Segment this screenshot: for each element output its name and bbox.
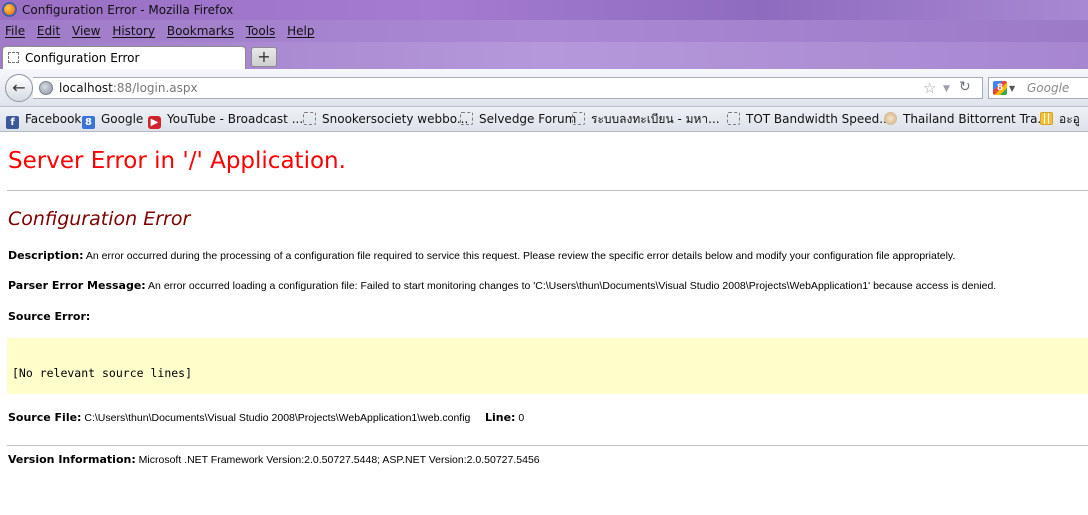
menu-tools[interactable]: Tools <box>246 20 276 42</box>
divider <box>7 190 1088 191</box>
facebook-icon: f <box>6 116 19 129</box>
blank-page-icon <box>8 52 19 63</box>
server-error-heading: Server Error in '/' Application. <box>8 148 346 174</box>
menu-bar: File Edit View History Bookmarks Tools H… <box>0 20 1088 42</box>
youtube-icon: ▶ <box>148 116 161 129</box>
url-text: localhost:88/login.aspx <box>59 78 198 98</box>
bookmark-snookersociety[interactable]: Snookersociety webbo... <box>303 107 468 131</box>
dropdown-arrow-icon[interactable]: ▼ <box>943 79 950 99</box>
url-host: localhost <box>59 81 113 95</box>
bookmark-thai-grid[interactable]: อะอู <box>1040 107 1080 131</box>
window-titlebar: Configuration Error - Mozilla Firefox <box>0 0 1088 20</box>
reload-icon[interactable]: ↻ <box>959 77 971 97</box>
menu-view[interactable]: View <box>72 20 100 42</box>
blank-page-icon <box>460 112 473 125</box>
error-title: Configuration Error <box>8 208 191 230</box>
url-path: :88/login.aspx <box>112 81 198 95</box>
description-text: An error occurred during the processing … <box>83 250 956 262</box>
search-bar[interactable]: 8 ▼ Google <box>988 77 1088 99</box>
bookmark-label: ระบบลงทะเบียน - มหา... <box>591 112 720 126</box>
google-search-engine-icon[interactable]: 8 <box>993 81 1007 95</box>
version-info-label: Version Information: <box>8 453 136 466</box>
tab-label: Configuration Error <box>25 51 140 65</box>
version-info-line: Version Information: Microsoft .NET Fram… <box>8 453 540 466</box>
bookmark-label: Snookersociety webbo... <box>322 112 469 126</box>
bookmark-label: อะอู <box>1059 112 1080 126</box>
parser-error-label: Parser Error Message: <box>8 279 146 292</box>
bookmark-thailand-bittorrent[interactable]: Thailand Bittorrent Tra... <box>884 107 1049 131</box>
description-line: Description: An error occurred during th… <box>8 249 955 262</box>
navigation-bar: ← localhost:88/login.aspx ☆ ▼ ↻ 8 ▼ Goog… <box>0 69 1088 107</box>
bookmark-star-icon[interactable]: ☆ <box>923 78 936 98</box>
tab-strip: Configuration Error + <box>0 42 1088 69</box>
bookmark-facebook[interactable]: f Facebook <box>6 107 81 131</box>
source-lines: [No relevant source lines] <box>12 366 193 380</box>
menu-edit[interactable]: Edit <box>37 20 60 42</box>
search-engine-dropdown-icon[interactable]: ▼ <box>1009 79 1015 99</box>
version-info-text: Microsoft .NET Framework Version:2.0.507… <box>135 454 540 466</box>
parser-error-line: Parser Error Message: An error occurred … <box>8 279 996 292</box>
bookmark-label: Facebook <box>25 112 82 126</box>
line-value: 0 <box>515 412 525 424</box>
bittorrent-icon <box>884 112 897 125</box>
parser-error-text: An error occurred loading a configuratio… <box>145 280 997 292</box>
description-label: Description: <box>8 249 84 262</box>
source-file-path: C:\Users\thun\Documents\Visual Studio 20… <box>81 412 471 424</box>
bookmark-google[interactable]: 8 Google <box>82 107 143 131</box>
arrow-left-icon: ← <box>12 78 26 97</box>
bookmark-tot-bandwidth[interactable]: TOT Bandwidth Speed... <box>727 107 891 131</box>
bookmark-label: TOT Bandwidth Speed... <box>746 112 891 126</box>
bookmark-label: Thailand Bittorrent Tra... <box>903 112 1049 126</box>
google-icon: 8 <box>82 116 95 129</box>
source-error-box: [No relevant source lines] <box>7 338 1088 394</box>
menu-file[interactable]: File <box>5 20 25 42</box>
source-file-label: Source File: <box>8 411 82 424</box>
firefox-logo-icon <box>2 2 17 17</box>
grid-icon <box>1040 112 1053 125</box>
menu-help[interactable]: Help <box>287 20 314 42</box>
new-tab-button[interactable]: + <box>251 47 277 67</box>
bookmark-youtube[interactable]: ▶ YouTube - Broadcast ... <box>148 107 303 131</box>
source-file-line: Source File: C:\Users\thun\Documents\Vis… <box>8 411 524 424</box>
blank-page-icon <box>572 112 585 125</box>
line-label: Line: <box>484 411 516 424</box>
page-content: Server Error in '/' Application. Configu… <box>0 132 1088 515</box>
tab-configuration-error[interactable]: Configuration Error <box>2 46 246 69</box>
bookmark-label: Selvedge Forum <box>479 112 577 126</box>
bookmark-thai-registration[interactable]: ระบบลงทะเบียน - มหา... <box>572 107 720 131</box>
source-error-line: Source Error: <box>8 310 90 323</box>
bookmark-selvedge[interactable]: Selvedge Forum <box>460 107 576 131</box>
divider <box>7 445 1088 446</box>
back-button[interactable]: ← <box>5 74 33 102</box>
source-error-label: Source Error: <box>8 310 91 323</box>
bookmarks-toolbar: f Facebook 8 Google ▶ YouTube - Broadcast .… <box>0 107 1088 132</box>
bookmark-label: YouTube - Broadcast ... <box>167 112 304 126</box>
bookmark-label: Google <box>101 112 144 126</box>
search-placeholder: Google <box>1027 81 1070 95</box>
blank-page-icon <box>727 112 740 125</box>
menu-history[interactable]: History <box>112 20 155 42</box>
window-title: Configuration Error - Mozilla Firefox <box>22 3 234 17</box>
globe-icon <box>39 81 53 95</box>
url-bar[interactable]: localhost:88/login.aspx ☆ ▼ ↻ <box>33 77 983 99</box>
blank-page-icon <box>303 112 316 125</box>
menu-bookmarks[interactable]: Bookmarks <box>167 20 234 42</box>
